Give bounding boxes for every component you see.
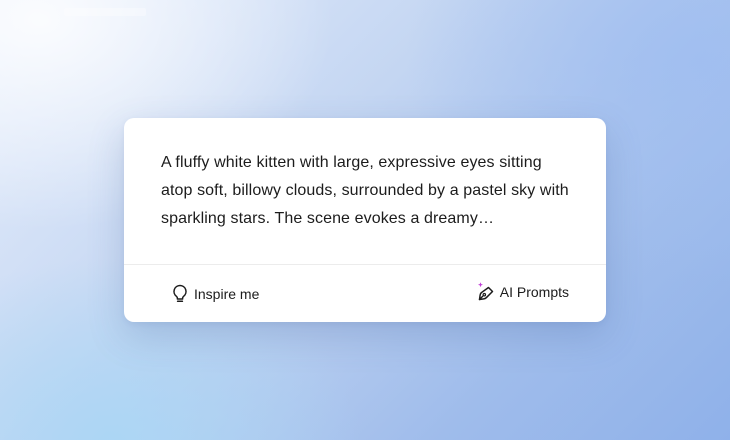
ai-prompts-label: AI Prompts: [499, 284, 569, 300]
prompt-text[interactable]: A fluffy white kitten with large, expres…: [161, 149, 571, 233]
inspire-me-button[interactable]: Inspire me: [170, 283, 259, 305]
pen-sparkle-icon: [476, 281, 496, 303]
prompt-card: A fluffy white kitten with large, expres…: [124, 118, 606, 322]
background-tab-strip: [64, 8, 146, 16]
card-footer: Inspire me AI Prompts: [124, 265, 606, 322]
lightbulb-icon: [170, 283, 190, 305]
inspire-me-label: Inspire me: [194, 286, 260, 302]
ai-prompts-button[interactable]: AI Prompts: [476, 281, 569, 303]
